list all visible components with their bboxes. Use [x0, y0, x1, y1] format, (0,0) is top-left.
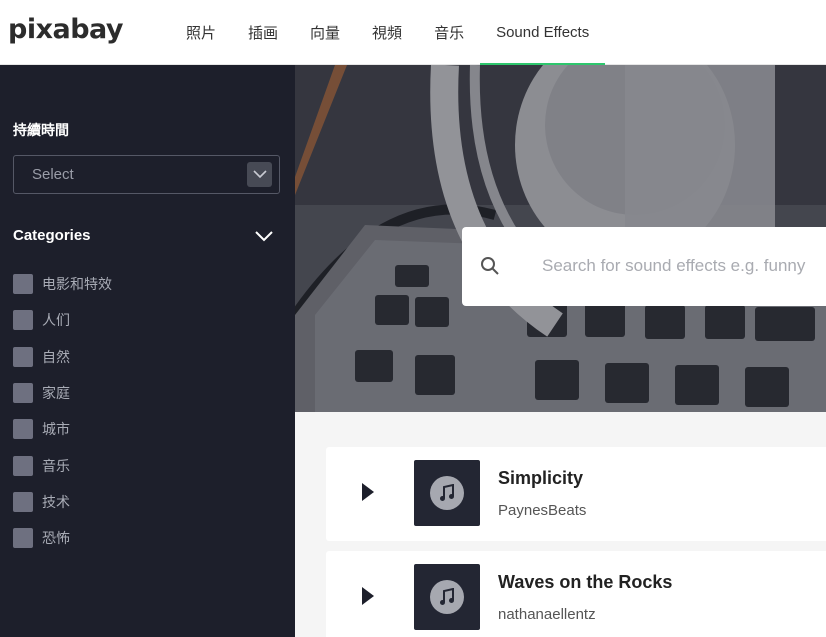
category-item[interactable]: 技术: [13, 484, 112, 520]
category-item[interactable]: 恐怖: [13, 520, 112, 556]
category-checkbox[interactable]: [13, 419, 33, 440]
track-card[interactable]: Simplicity PaynesBeats: [326, 447, 826, 541]
track-title[interactable]: Simplicity: [498, 468, 583, 489]
search-input[interactable]: Search for sound effects e.g. funny: [542, 256, 805, 276]
category-item[interactable]: 音乐: [13, 447, 112, 483]
category-list: 电影和特效 人们 自然 家庭 城市 音乐 技术 恐怖: [13, 266, 112, 556]
category-item[interactable]: 城市: [13, 411, 112, 447]
category-checkbox[interactable]: [13, 274, 33, 295]
track-thumbnail[interactable]: [414, 460, 480, 526]
category-label: 技术: [42, 493, 70, 510]
pixabay-logo[interactable]: pixabay: [8, 14, 124, 45]
filter-sidebar: 持續時間 Select Categories 电影和特效 人们 自然 家庭 城市…: [0, 65, 295, 637]
nav-vectors[interactable]: 向量: [294, 0, 356, 65]
category-item[interactable]: 家庭: [13, 375, 112, 411]
category-label: 音乐: [42, 457, 70, 474]
category-checkbox[interactable]: [13, 491, 33, 512]
nav-videos[interactable]: 視頻: [356, 0, 418, 65]
category-checkbox[interactable]: [13, 528, 33, 549]
top-header: pixabay 照片 插画 向量 視頻 音乐 Sound Effects: [0, 0, 826, 66]
chevron-down-icon: [255, 229, 273, 247]
category-label: 电影和特效: [42, 276, 112, 293]
category-label: 自然: [42, 348, 70, 365]
category-item[interactable]: 电影和特效: [13, 266, 112, 302]
play-icon[interactable]: [362, 483, 374, 501]
categories-title: Categories: [13, 227, 91, 244]
nav-music[interactable]: 音乐: [418, 0, 480, 65]
hero-banner: Search for sound effects e.g. funny: [295, 65, 826, 412]
categories-toggle[interactable]: Categories: [13, 227, 273, 247]
nav-sound-effects[interactable]: Sound Effects: [480, 0, 606, 66]
search-bar[interactable]: Search for sound effects e.g. funny: [462, 227, 826, 306]
chevron-down-icon: [247, 162, 272, 187]
category-checkbox[interactable]: [13, 455, 33, 476]
category-checkbox[interactable]: [13, 310, 33, 331]
nav-illustrations[interactable]: 插画: [232, 0, 294, 65]
category-item[interactable]: 自然: [13, 339, 112, 375]
main-nav: 照片 插画 向量 視頻 音乐 Sound Effects: [170, 0, 606, 66]
search-icon: [480, 256, 500, 281]
duration-select[interactable]: Select: [13, 155, 280, 194]
duration-label: 持續時間: [13, 122, 69, 138]
results-area: Simplicity PaynesBeats Waves on the Rock…: [295, 412, 826, 637]
category-item[interactable]: 人们: [13, 302, 112, 338]
track-card[interactable]: Waves on the Rocks nathanaellentz: [326, 551, 826, 637]
category-checkbox[interactable]: [13, 346, 33, 367]
category-label: 家庭: [42, 385, 70, 402]
track-artist[interactable]: PaynesBeats: [498, 502, 586, 519]
category-label: 恐怖: [42, 530, 70, 547]
nav-photos[interactable]: 照片: [170, 0, 232, 65]
music-note-icon: [430, 580, 464, 614]
category-label: 城市: [42, 421, 70, 438]
track-thumbnail[interactable]: [414, 564, 480, 630]
track-title[interactable]: Waves on the Rocks: [498, 572, 672, 593]
duration-select-value: Select: [32, 166, 74, 183]
category-checkbox[interactable]: [13, 383, 33, 404]
play-icon[interactable]: [362, 587, 374, 605]
category-label: 人们: [42, 312, 70, 329]
track-artist[interactable]: nathanaellentz: [498, 606, 596, 623]
music-note-icon: [430, 476, 464, 510]
